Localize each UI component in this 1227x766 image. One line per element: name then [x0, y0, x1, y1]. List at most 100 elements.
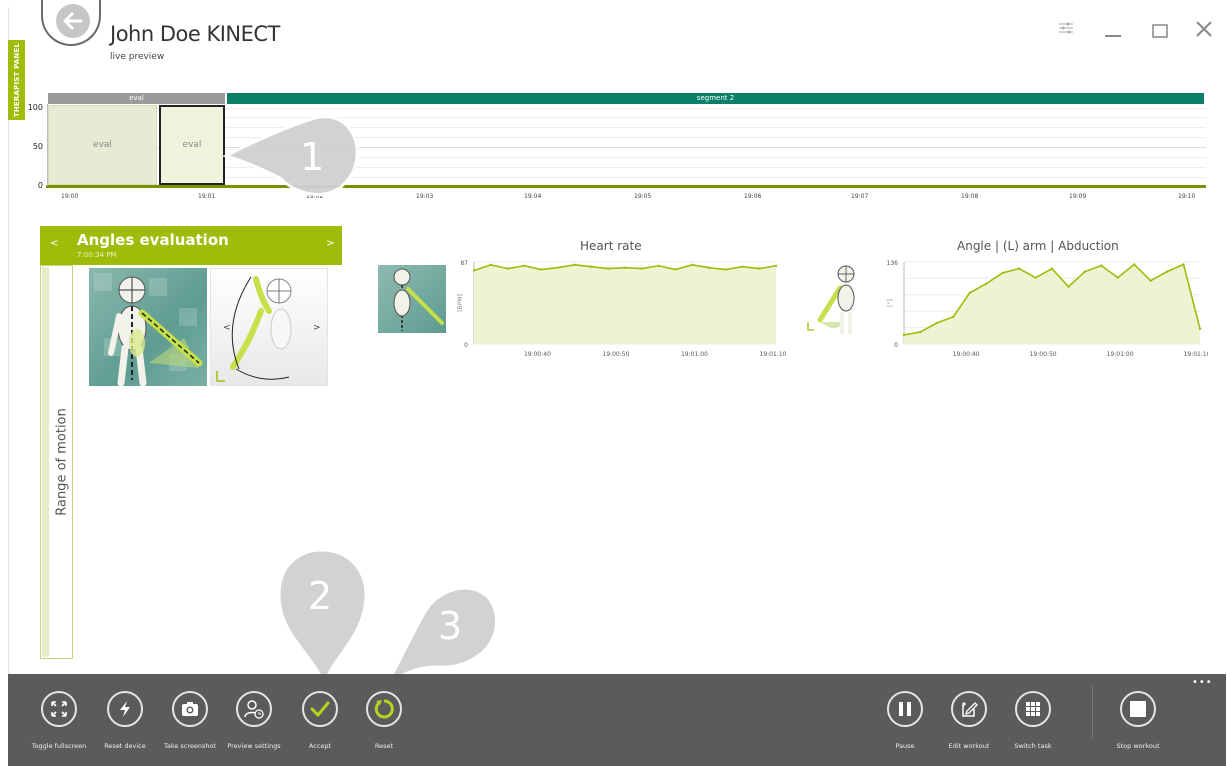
stop-icon [1130, 701, 1146, 717]
chart-y-axis-label: [BPM] [457, 294, 464, 312]
pause-button[interactable] [887, 691, 923, 727]
chart-data-point [902, 333, 906, 337]
x-tick-label: 19:06 [744, 193, 762, 200]
chart-data-point [935, 321, 939, 325]
chart-data-point [523, 264, 526, 267]
callout-pin-1: 1 [222, 115, 359, 196]
chart-y-tick-label: 0 [894, 342, 898, 349]
avatar-figure-icon [94, 273, 203, 386]
chart-x-tick-label: 19:00:50 [1030, 351, 1057, 358]
stop-workout-label: Stop workout [1116, 742, 1160, 750]
chart-data-point [1149, 279, 1152, 282]
chart-data-point [1001, 271, 1004, 275]
lightning-icon [120, 701, 130, 717]
stop-workout-button[interactable] [1120, 691, 1156, 727]
chart-data-point [690, 263, 694, 267]
session-timeline: eval segment 2 100 50 0 eval eval 19:00 … [0, 0, 1227, 210]
chart-data-point [1116, 276, 1119, 279]
chart-data-point [674, 268, 677, 271]
chart-data-point [472, 269, 476, 272]
exercise-instruction-image[interactable]: < > [210, 268, 328, 386]
chart-data-point [968, 291, 971, 294]
camera-icon [182, 702, 198, 716]
chart-data-point [1133, 263, 1136, 266]
chart-data-point [489, 263, 492, 267]
timeline-eval-block[interactable]: eval [48, 105, 157, 185]
exercise-avatar-image[interactable] [89, 268, 207, 386]
x-tick-label: 19:05 [634, 193, 652, 200]
chart-x-tick-label: 19:00:40 [953, 351, 980, 358]
chart-data-point [1034, 276, 1037, 279]
x-tick-label: 19:08 [961, 193, 979, 200]
chart-data-point [657, 264, 660, 267]
chart-data-point [758, 267, 761, 270]
x-tick-label: 19:10 [1178, 193, 1196, 200]
chart-x-tick-label: 19:01:00 [1107, 351, 1134, 358]
timeline-eval-block-selected[interactable]: eval [159, 105, 225, 185]
chart-data-point [952, 315, 955, 319]
chart-y-tick-label: 136 [887, 260, 899, 267]
reset-icon [374, 699, 394, 719]
instruction-next-button[interactable]: > [313, 323, 321, 333]
timeline-segment-eval[interactable]: eval [48, 93, 225, 104]
angle-chart-title: Angle | (L) arm | Abduction [957, 239, 1119, 253]
x-tick-label: 19:01 [198, 193, 216, 200]
heart-rate-chart: 87 0 [BPM] 19:00:40 19:00:50 19:01:00 19:01:10 [457, 260, 787, 358]
range-of-motion-label: Range of motion [54, 408, 70, 516]
chart-data-point [707, 266, 711, 269]
instruction-prev-button[interactable]: < [223, 323, 231, 333]
exercise-next-button[interactable]: > [326, 238, 334, 249]
rom-progress-fill [42, 267, 49, 657]
fullscreen-icon [51, 701, 67, 717]
x-tick-label: 19:04 [524, 193, 542, 200]
eval-block-label: eval [93, 140, 112, 150]
chart-data-point [1165, 270, 1169, 273]
accept-button[interactable] [302, 691, 338, 727]
chart-data-point [985, 282, 988, 285]
chart-data-point [1100, 264, 1103, 267]
take-screenshot-button[interactable] [172, 691, 208, 727]
angle-chart: 136 0 [°] 19:00:40 19:00:50 19:01:00 19:01:10 [887, 260, 1208, 358]
reset-button[interactable] [366, 691, 402, 727]
timeline-segment-2[interactable]: segment 2 [227, 93, 1204, 104]
edit-icon [962, 702, 978, 717]
chart-data-point [1083, 270, 1087, 273]
chart-data-point [1182, 263, 1185, 266]
chart-data-point [741, 265, 744, 268]
callout-number: 1 [300, 135, 324, 179]
exercise-time: 7:00:34 PM [77, 251, 117, 259]
y-tick-label: 0 [37, 181, 43, 190]
chart-data-point [623, 266, 627, 269]
exercise-title: Angles evaluation [77, 231, 229, 249]
chart-x-tick-label: 19:01:10 [1184, 351, 1208, 358]
x-tick-label: 19:00 [61, 193, 79, 200]
chart-data-point [556, 266, 560, 269]
exercise-prev-button[interactable]: < [50, 238, 58, 249]
x-tick-label: 19:09 [1069, 193, 1087, 200]
heart-rate-chart-title: Heart rate [580, 239, 642, 253]
chart-data-point [640, 267, 643, 270]
reset-device-button[interactable] [107, 691, 143, 727]
chart-y-tick-label: 87 [460, 260, 468, 267]
chart-area [474, 264, 776, 344]
reset-label: Reset [374, 742, 394, 750]
x-tick-label: 19:07 [851, 193, 869, 200]
angle-avatar-icon [806, 262, 862, 336]
chart-y-tick-label: 0 [464, 342, 468, 349]
user-clock-icon [244, 700, 264, 719]
chart-x-tick-label: 19:01:10 [760, 351, 787, 358]
edit-workout-button[interactable] [951, 691, 987, 727]
switch-task-button[interactable] [1015, 691, 1051, 727]
chart-data-point [590, 265, 593, 268]
chart-x-tick-label: 19:01:00 [681, 351, 708, 358]
switch-task-label: Switch task [1014, 742, 1052, 750]
x-tick-label: 19:03 [416, 193, 434, 200]
chart-data-point [724, 268, 727, 271]
more-options-button[interactable]: ••• [1192, 677, 1213, 688]
callout-number: 3 [438, 604, 462, 648]
chart-x-tick-label: 19:00:50 [602, 351, 629, 358]
chart-data-point [1017, 267, 1021, 270]
preview-settings-button[interactable] [236, 691, 272, 727]
pause-icon [899, 702, 911, 716]
toggle-fullscreen-button[interactable] [41, 691, 77, 727]
